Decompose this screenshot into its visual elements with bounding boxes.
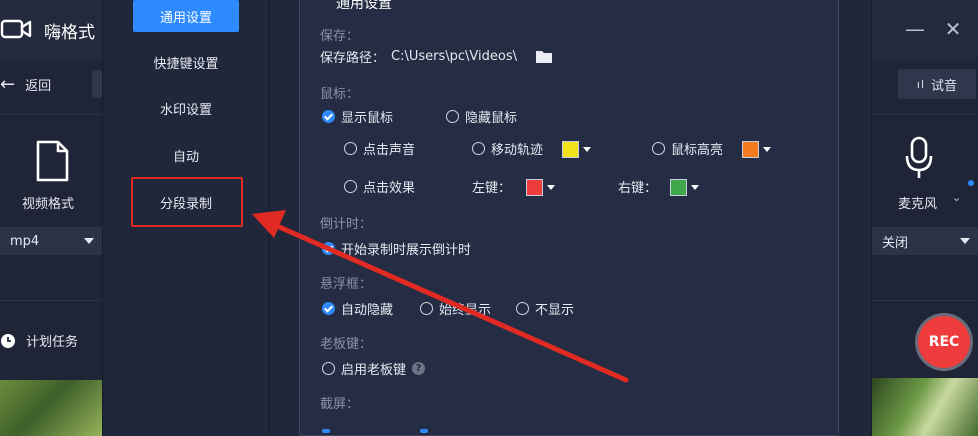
clock-icon xyxy=(1,333,15,348)
show-cursor-label: 显示鼠标 xyxy=(341,111,394,126)
radio-unchecked-icon xyxy=(652,142,665,155)
floating-auto-hide-option[interactable]: 自动隐藏 xyxy=(322,299,393,318)
nav-item-auto[interactable]: 自动 xyxy=(133,139,239,171)
save-path-row: 保存路径： C:\Users\pc\Videos\ xyxy=(320,47,553,66)
help-icon[interactable]: ? xyxy=(412,362,426,375)
color-swatch xyxy=(526,178,543,196)
chevron-down-icon xyxy=(84,238,94,244)
move-trail-option[interactable]: 移动轨迹 xyxy=(472,139,543,158)
click-sound-label: 点击声音 xyxy=(363,143,416,158)
radio-unchecked-icon xyxy=(344,180,357,193)
audition-button[interactable]: ıl 试音 xyxy=(898,69,976,99)
chevron-down-icon xyxy=(547,184,555,190)
microphone-label: 麦克风 xyxy=(898,197,938,212)
schedule-task-button[interactable]: 计划任务 xyxy=(0,331,78,350)
checkbox-checked-icon xyxy=(322,242,335,255)
divider xyxy=(269,0,270,436)
settings-dialog: 通用设置 快捷键设置 水印设置 自动 分段录制 通用设置 保存： 保存路径： C… xyxy=(102,0,872,436)
save-path-value: C:\Users\pc\Videos\ xyxy=(391,49,517,64)
click-effect-label: 点击效果 xyxy=(363,181,416,196)
show-countdown-option[interactable]: 开始录制时展示倒计时 xyxy=(322,239,471,258)
panel-title: 通用设置 xyxy=(336,0,392,12)
hide-cursor-label: 隐藏鼠标 xyxy=(465,111,518,126)
show-cursor-option[interactable]: 显示鼠标 xyxy=(322,107,393,126)
annotation-highlight-box xyxy=(131,177,243,227)
hide-cursor-option[interactable]: 隐藏鼠标 xyxy=(446,107,517,126)
nav-item-general[interactable]: 通用设置 xyxy=(133,0,239,32)
minimize-button[interactable]: — xyxy=(902,16,928,42)
left-key-color-picker[interactable] xyxy=(526,176,564,198)
back-label: 返回 xyxy=(25,78,52,94)
radio-unchecked-icon xyxy=(344,142,357,155)
cursor-highlight-color-picker[interactable] xyxy=(742,138,780,160)
chevron-down-icon[interactable]: ⌄ xyxy=(952,191,961,204)
color-swatch xyxy=(562,140,579,158)
floating-hidden-label: 不显示 xyxy=(535,303,575,318)
floating-auto-hide-label: 自动隐藏 xyxy=(341,303,394,318)
save-section-header: 保存： xyxy=(320,29,360,44)
mouse-section-header: 鼠标： xyxy=(320,87,360,102)
radio-unchecked-icon xyxy=(516,302,529,315)
microphone-icon[interactable] xyxy=(904,136,934,182)
cursor-highlight-option[interactable]: 鼠标高亮 xyxy=(652,139,723,158)
radio-unchecked-icon xyxy=(446,110,459,123)
chevron-down-icon xyxy=(960,238,970,244)
video-format-label: 视频格式 xyxy=(22,197,75,212)
back-button[interactable]: ← 返回 xyxy=(0,70,51,98)
nav-item-watermark[interactable]: 水印设置 xyxy=(133,92,239,124)
microphone-value: 关闭 xyxy=(882,235,909,251)
signal-bars-icon: ıl xyxy=(916,77,926,91)
folder-icon[interactable] xyxy=(535,50,553,64)
move-trail-color-picker[interactable] xyxy=(562,138,600,160)
video-format-select[interactable]: mp4 xyxy=(0,227,102,255)
floating-always-show-option[interactable]: 始终显示 xyxy=(420,299,491,318)
radio-unchecked-icon xyxy=(322,362,335,375)
boss-key-section-header: 老板键： xyxy=(320,337,373,352)
floating-always-show-label: 始终显示 xyxy=(439,303,492,318)
countdown-section-header: 倒计时： xyxy=(320,217,373,232)
settings-nav: 通用设置 快捷键设置 水印设置 自动 分段录制 xyxy=(103,0,269,436)
file-icon[interactable] xyxy=(34,140,70,182)
right-key-label: 右键： xyxy=(618,181,658,196)
chevron-down-icon xyxy=(691,184,699,190)
video-camera-logo-icon xyxy=(0,19,32,39)
general-settings-panel: 通用设置 保存： 保存路径： C:\Users\pc\Videos\ 鼠标： 显… xyxy=(299,0,839,436)
chevron-down-icon xyxy=(763,146,771,152)
color-swatch xyxy=(670,178,687,196)
option-indicator xyxy=(420,429,428,433)
click-effect-option[interactable]: 点击效果 xyxy=(344,177,415,196)
floating-hidden-option[interactable]: 不显示 xyxy=(516,299,574,318)
chevron-down-icon xyxy=(583,146,591,152)
radio-checked-icon xyxy=(322,302,335,315)
status-dot xyxy=(968,180,974,186)
option-indicator xyxy=(322,429,330,433)
cursor-highlight-label: 鼠标高亮 xyxy=(671,143,724,158)
schedule-task-label: 计划任务 xyxy=(26,335,79,350)
back-arrow-icon: ← xyxy=(0,73,16,95)
preview-thumbnail xyxy=(0,380,102,436)
left-key-label: 左键： xyxy=(472,181,512,196)
right-key-color-picker[interactable] xyxy=(670,176,708,198)
show-countdown-label: 开始录制时展示倒计时 xyxy=(341,243,472,258)
enable-boss-key-label: 启用老板键 xyxy=(341,363,407,378)
enable-boss-key-option[interactable]: 启用老板键 ? xyxy=(322,359,426,378)
preview-thumbnail xyxy=(872,378,978,436)
record-button[interactable]: REC xyxy=(918,316,970,368)
radio-checked-icon xyxy=(322,110,335,123)
click-sound-option[interactable]: 点击声音 xyxy=(344,139,415,158)
video-format-value: mp4 xyxy=(10,233,40,249)
radio-unchecked-icon xyxy=(420,302,433,315)
microphone-select[interactable]: 关闭 xyxy=(872,227,978,255)
nav-item-hotkeys[interactable]: 快捷键设置 xyxy=(133,46,239,78)
close-button[interactable]: ✕ xyxy=(940,16,966,42)
radio-unchecked-icon xyxy=(472,142,485,155)
screenshot-section-header: 截屏： xyxy=(320,397,360,412)
color-swatch xyxy=(742,140,759,158)
move-trail-label: 移动轨迹 xyxy=(491,143,544,158)
save-path-label: 保存路径： xyxy=(320,51,386,66)
audition-label: 试音 xyxy=(931,78,958,94)
floating-box-section-header: 悬浮框： xyxy=(320,277,373,292)
app-title: 嗨格式 xyxy=(44,23,95,43)
